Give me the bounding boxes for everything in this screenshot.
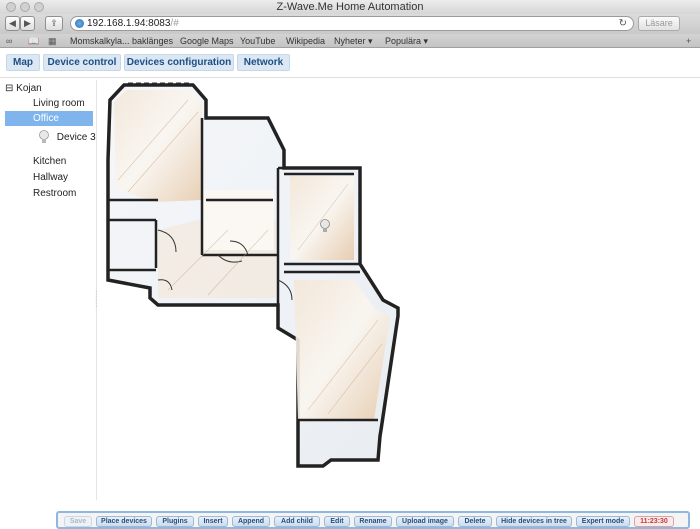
reload-icon[interactable]: ↻ [619,17,627,30]
tree-root[interactable]: ⊟ Kojan [5,81,42,96]
insert-button[interactable]: Insert [198,516,228,527]
bookmarks-book-icon[interactable]: 📖 [28,36,39,47]
bookmark-item[interactable]: Google Maps [180,36,234,46]
window-title-bar: Z-Wave.Me Home Automation [0,0,700,14]
back-button[interactable]: ◀ [5,16,20,31]
rename-button[interactable]: Rename [354,516,392,527]
reader-button[interactable]: Läsare [638,16,680,31]
zoom-window-icon[interactable] [34,2,44,12]
address-bar[interactable]: 192.168.1.94:8083/# ↻ [70,16,634,31]
browser-toolbar: ◀ ▶ ⇪ 192.168.1.94:8083/# ↻ Läsare [0,14,700,34]
action-bar: Save Place devices Plugins Insert Append… [56,511,690,529]
globe-icon [75,19,84,28]
save-button[interactable]: Save [64,516,92,527]
bookmark-item[interactable]: Wikipedia [286,36,325,46]
edit-button[interactable]: Edit [324,516,350,527]
plugins-button[interactable]: Plugins [156,516,194,527]
add-child-button[interactable]: Add child [274,516,320,527]
close-window-icon[interactable] [6,2,16,12]
tree-item-restroom[interactable]: Restroom [33,186,76,201]
tree-root-label: Kojan [16,83,42,94]
device-label: Device 3 [56,132,96,144]
append-button[interactable]: Append [232,516,270,527]
bookmark-item[interactable]: YouTube [240,36,275,46]
floor-plan-image [106,82,400,468]
delete-button[interactable]: Delete [458,516,492,527]
address-suffix: /# [170,18,179,29]
bookmark-item[interactable]: Populära ▾ [385,36,428,47]
lightbulb-icon[interactable] [319,219,331,234]
hide-devices-in-tree-button[interactable]: Hide devices in tree [496,516,572,527]
tab-map[interactable]: Map [6,54,40,71]
add-bookmark-icon[interactable]: + [686,36,691,46]
minimize-window-icon[interactable] [20,2,30,12]
floor-plan-canvas[interactable] [98,80,698,508]
upload-image-button[interactable]: Upload image [396,516,454,527]
app-tabs: Map Device control Devices configuration… [0,48,700,78]
lightbulb-icon [39,130,49,143]
tree-item-living-room[interactable]: Living room [33,96,85,111]
reading-list-icon[interactable]: ∞ [6,36,12,46]
tree-item-device-3[interactable]: Device 3 [38,130,96,145]
clock-display: 11:23:30 [634,516,674,527]
bookmarks-bar: ∞ 📖 ▦ Momskalkyla... baklänges Google Ma… [0,34,700,48]
bookmark-item[interactable]: Momskalkyla... baklänges [70,36,173,46]
place-devices-button[interactable]: Place devices [96,516,152,527]
share-button[interactable]: ⇪ [45,16,63,31]
top-sites-icon[interactable]: ▦ [48,36,57,47]
forward-button[interactable]: ▶ [20,16,35,31]
tab-network[interactable]: Network [237,54,290,71]
tree-item-kitchen[interactable]: Kitchen [33,154,66,169]
tree-item-office[interactable]: Office [5,111,93,126]
window-controls [6,2,44,12]
expert-mode-button[interactable]: Expert mode [576,516,630,527]
tree-item-hallway[interactable]: Hallway [33,170,68,185]
tab-device-control[interactable]: Device control [43,54,121,71]
resize-grip-icon[interactable]: · · · · · · [95,288,97,310]
address-text: 192.168.1.94:8083 [87,18,171,29]
collapse-icon[interactable]: ⊟ [5,83,13,94]
bookmark-item[interactable]: Nyheter ▾ [334,36,373,47]
window-title: Z-Wave.Me Home Automation [276,1,424,13]
tab-devices-configuration[interactable]: Devices configuration [124,54,234,71]
